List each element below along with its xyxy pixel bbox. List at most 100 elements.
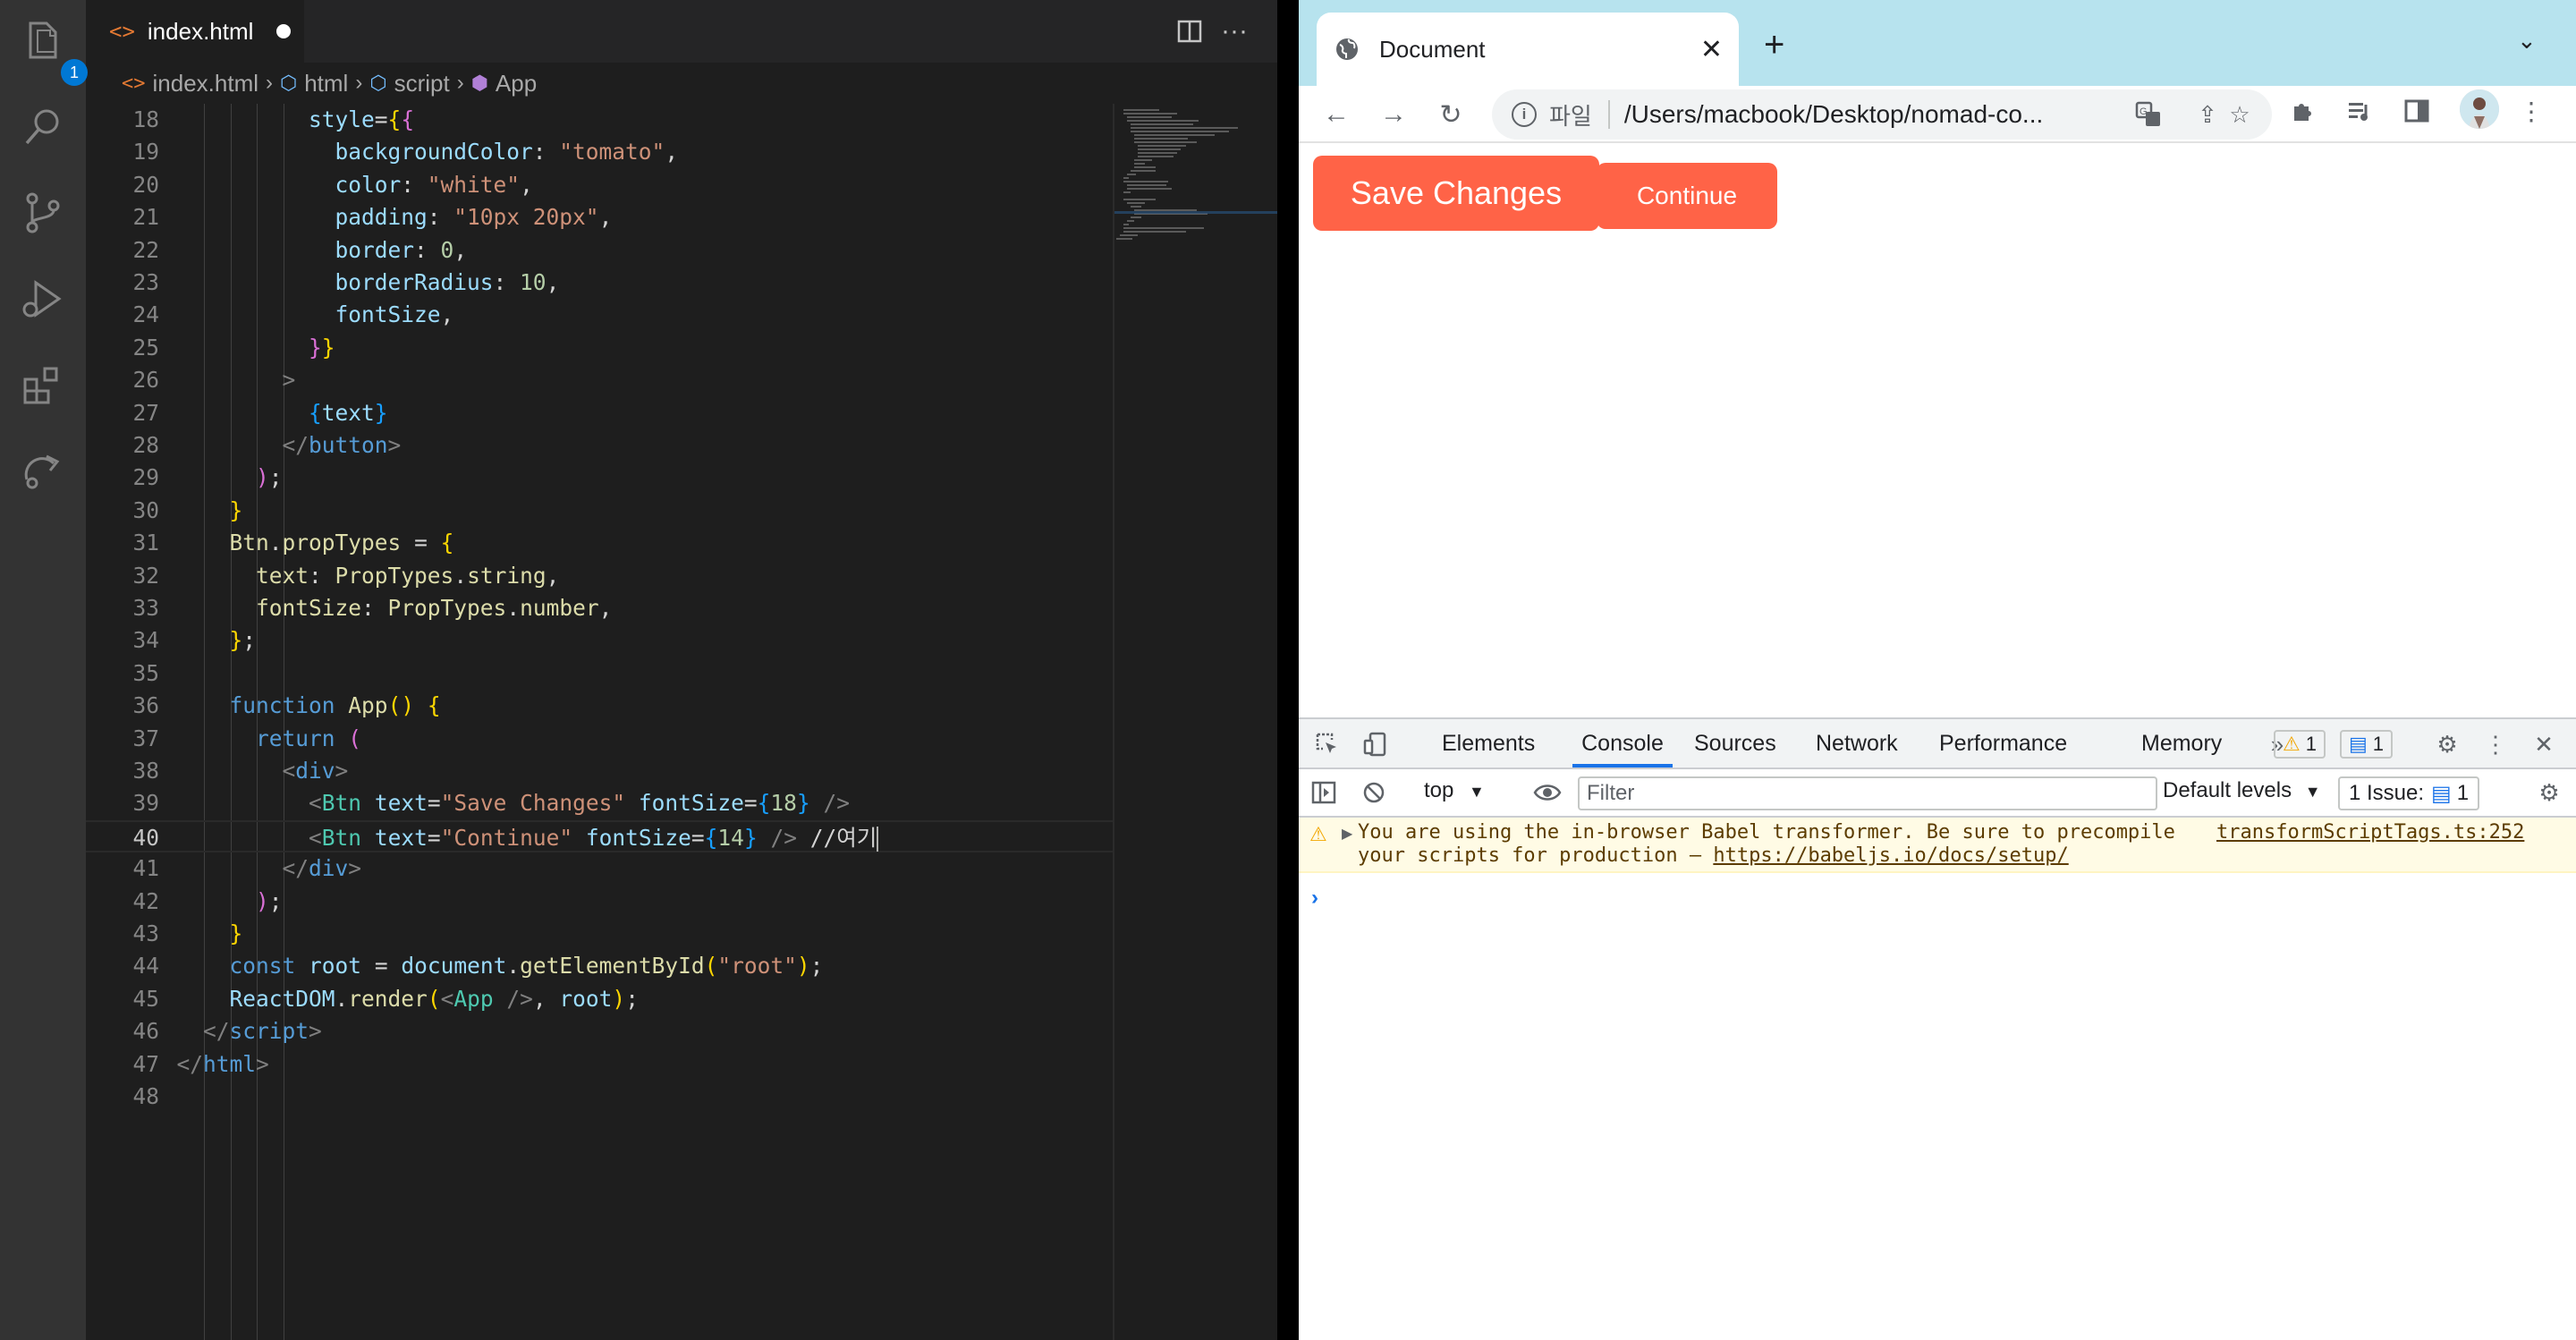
code-token: .: [506, 595, 521, 621]
chrome-menu-icon[interactable]: ⋮: [2517, 97, 2546, 125]
devtools-menu-icon[interactable]: ⋮: [2479, 728, 2512, 760]
code-line[interactable]: 28 </button>: [86, 429, 1113, 462]
code-line[interactable]: 32 text: PropTypes.string,: [86, 560, 1113, 592]
run-debug-icon[interactable]: [18, 274, 68, 324]
tab-sources[interactable]: Sources: [1694, 719, 1776, 768]
minimap[interactable]: [1113, 104, 1279, 1340]
code-line[interactable]: 18 style={{: [86, 104, 1113, 136]
code-line[interactable]: 33 fontSize: PropTypes.number,: [86, 592, 1113, 624]
code-editor[interactable]: 18 style={{19 backgroundColor: "tomato",…: [86, 104, 1113, 1340]
expand-triangle-icon[interactable]: ▶: [1342, 825, 1352, 843]
remote-explorer-icon[interactable]: [18, 445, 68, 496]
console-warning-message[interactable]: ⚠ ▶ You are using the in-browser Babel t…: [1299, 818, 2576, 873]
code-line[interactable]: 34 };: [86, 624, 1113, 657]
tab-memory[interactable]: Memory: [2141, 719, 2222, 768]
code-line[interactable]: 20 color: "white",: [86, 169, 1113, 201]
save-changes-button[interactable]: Save Changes: [1313, 156, 1599, 231]
code-line[interactable]: 21 padding: "10px 20px",: [86, 201, 1113, 233]
code-line[interactable]: 38 <div>: [86, 755, 1113, 787]
media-playlist-icon[interactable]: [2345, 97, 2374, 125]
breadcrumb-file[interactable]: <> index.html: [122, 70, 258, 98]
messages-badge[interactable]: ▤ 1: [2340, 730, 2394, 759]
breadcrumb-app[interactable]: ⬢ App: [471, 70, 537, 98]
forward-arrow-icon[interactable]: →: [1376, 97, 1411, 132]
tab-search-chevron-icon[interactable]: ⌄: [2517, 27, 2537, 55]
tab-index-html[interactable]: <> index.html: [86, 0, 304, 63]
code-line[interactable]: 22 border: 0,: [86, 234, 1113, 267]
code-line[interactable]: 37 return (: [86, 723, 1113, 755]
breadcrumb-html[interactable]: ⬡ html: [280, 70, 348, 98]
code-line[interactable]: 25 }}: [86, 332, 1113, 364]
url-text[interactable]: /Users/macbook/Desktop/nomad-co...: [1624, 100, 2089, 129]
browser-tab-document[interactable]: Document ✕: [1317, 13, 1739, 86]
extensions-puzzle-icon[interactable]: [2288, 97, 2317, 125]
clear-console-icon[interactable]: [1358, 776, 1390, 809]
split-editor-icon[interactable]: [1174, 15, 1206, 47]
code-line[interactable]: 48: [86, 1081, 1113, 1113]
explorer-icon[interactable]: 1: [18, 16, 88, 86]
live-expression-eye-icon[interactable]: [1531, 776, 1563, 809]
code-token: ,: [546, 269, 560, 295]
code-line[interactable]: 35: [86, 657, 1113, 690]
profile-avatar[interactable]: [2460, 89, 2499, 129]
search-icon[interactable]: [18, 102, 68, 152]
code-line[interactable]: 30 }: [86, 495, 1113, 527]
tab-elements[interactable]: Elements: [1442, 719, 1535, 768]
issues-button[interactable]: 1 Issue: ▤ 1: [2338, 776, 2480, 810]
warnings-badge[interactable]: ⚠ 1: [2274, 730, 2326, 759]
code-line[interactable]: 40 <Btn text="Continue" fontSize={14} />…: [86, 819, 1113, 854]
log-levels-dropdown[interactable]: Default levels ▼: [2163, 778, 2321, 803]
console-prompt[interactable]: ›: [1311, 886, 1318, 911]
code-line[interactable]: 42 );: [86, 886, 1113, 918]
bookmark-star-icon[interactable]: ☆: [2225, 100, 2254, 129]
more-actions-icon[interactable]: ···: [1218, 15, 1250, 47]
new-tab-icon[interactable]: +: [1764, 25, 1784, 65]
code-line[interactable]: 44 const root = document.getElementById(…: [86, 950, 1113, 982]
code-line[interactable]: 19 backgroundColor: "tomato",: [86, 136, 1113, 168]
device-toolbar-icon[interactable]: [1360, 728, 1392, 760]
continue-button[interactable]: Continue: [1597, 163, 1777, 229]
close-tab-icon[interactable]: ✕: [1700, 34, 1723, 65]
code-line[interactable]: 23 borderRadius: 10,: [86, 267, 1113, 299]
code-token: ): [256, 464, 269, 491]
code-line[interactable]: 27 {text}: [86, 397, 1113, 429]
code-line[interactable]: 29 );: [86, 462, 1113, 494]
code-line[interactable]: 41 </div>: [86, 852, 1113, 885]
code-line[interactable]: 46 </script>: [86, 1015, 1113, 1047]
babel-setup-link[interactable]: https://babeljs.io/docs/setup/: [1713, 844, 2068, 867]
code-line[interactable]: 31 Btn.propTypes = {: [86, 527, 1113, 559]
show-sidebar-icon[interactable]: [1308, 776, 1340, 809]
code-line[interactable]: 36 function App() {: [86, 690, 1113, 722]
unsaved-dot-icon[interactable]: [276, 24, 292, 38]
warning-source-link[interactable]: transformScriptTags.ts:252: [2216, 821, 2524, 844]
code-text: <Btn text="Continue" fontSize={14} /> //…: [150, 822, 879, 854]
source-control-icon[interactable]: [18, 188, 68, 238]
console-settings-gear-icon[interactable]: ⚙: [2533, 776, 2565, 809]
code-line[interactable]: 39 <Btn text="Save Changes" fontSize={18…: [86, 787, 1113, 819]
settings-gear-icon[interactable]: ⚙: [2431, 728, 2463, 760]
close-devtools-icon[interactable]: ✕: [2528, 728, 2560, 760]
back-arrow-icon[interactable]: ←: [1318, 97, 1354, 132]
tab-console[interactable]: Console: [1572, 719, 1673, 768]
tab-performance[interactable]: Performance: [1939, 719, 2067, 768]
window-divider[interactable]: [1277, 0, 1299, 1340]
context-selector[interactable]: top ▼: [1424, 778, 1485, 803]
inspect-element-icon[interactable]: [1311, 728, 1343, 760]
site-info-icon[interactable]: i: [1512, 102, 1537, 127]
reload-icon[interactable]: ↻: [1433, 97, 1469, 132]
breadcrumb-script[interactable]: ⬡ script: [369, 70, 449, 98]
tab-network[interactable]: Network: [1816, 719, 1898, 768]
share-icon[interactable]: ⇪: [2193, 100, 2222, 129]
code-line[interactable]: 43 }: [86, 918, 1113, 950]
code-text: function App() {: [150, 690, 441, 722]
code-line[interactable]: 47 </html>: [86, 1048, 1113, 1081]
code-line[interactable]: 45 ReactDOM.render(<App />, root);: [86, 983, 1113, 1015]
console-filter-input[interactable]: [1578, 776, 2157, 810]
side-panel-icon[interactable]: [2402, 97, 2431, 125]
translate-icon[interactable]: G: [2134, 100, 2163, 129]
address-bar[interactable]: i 파일 /Users/macbook/Desktop/nomad-co... …: [1492, 89, 2272, 140]
code-line[interactable]: 24 fontSize,: [86, 299, 1113, 331]
context-label: top: [1424, 778, 1454, 802]
extensions-icon[interactable]: [18, 360, 68, 410]
code-line[interactable]: 26 >: [86, 364, 1113, 396]
